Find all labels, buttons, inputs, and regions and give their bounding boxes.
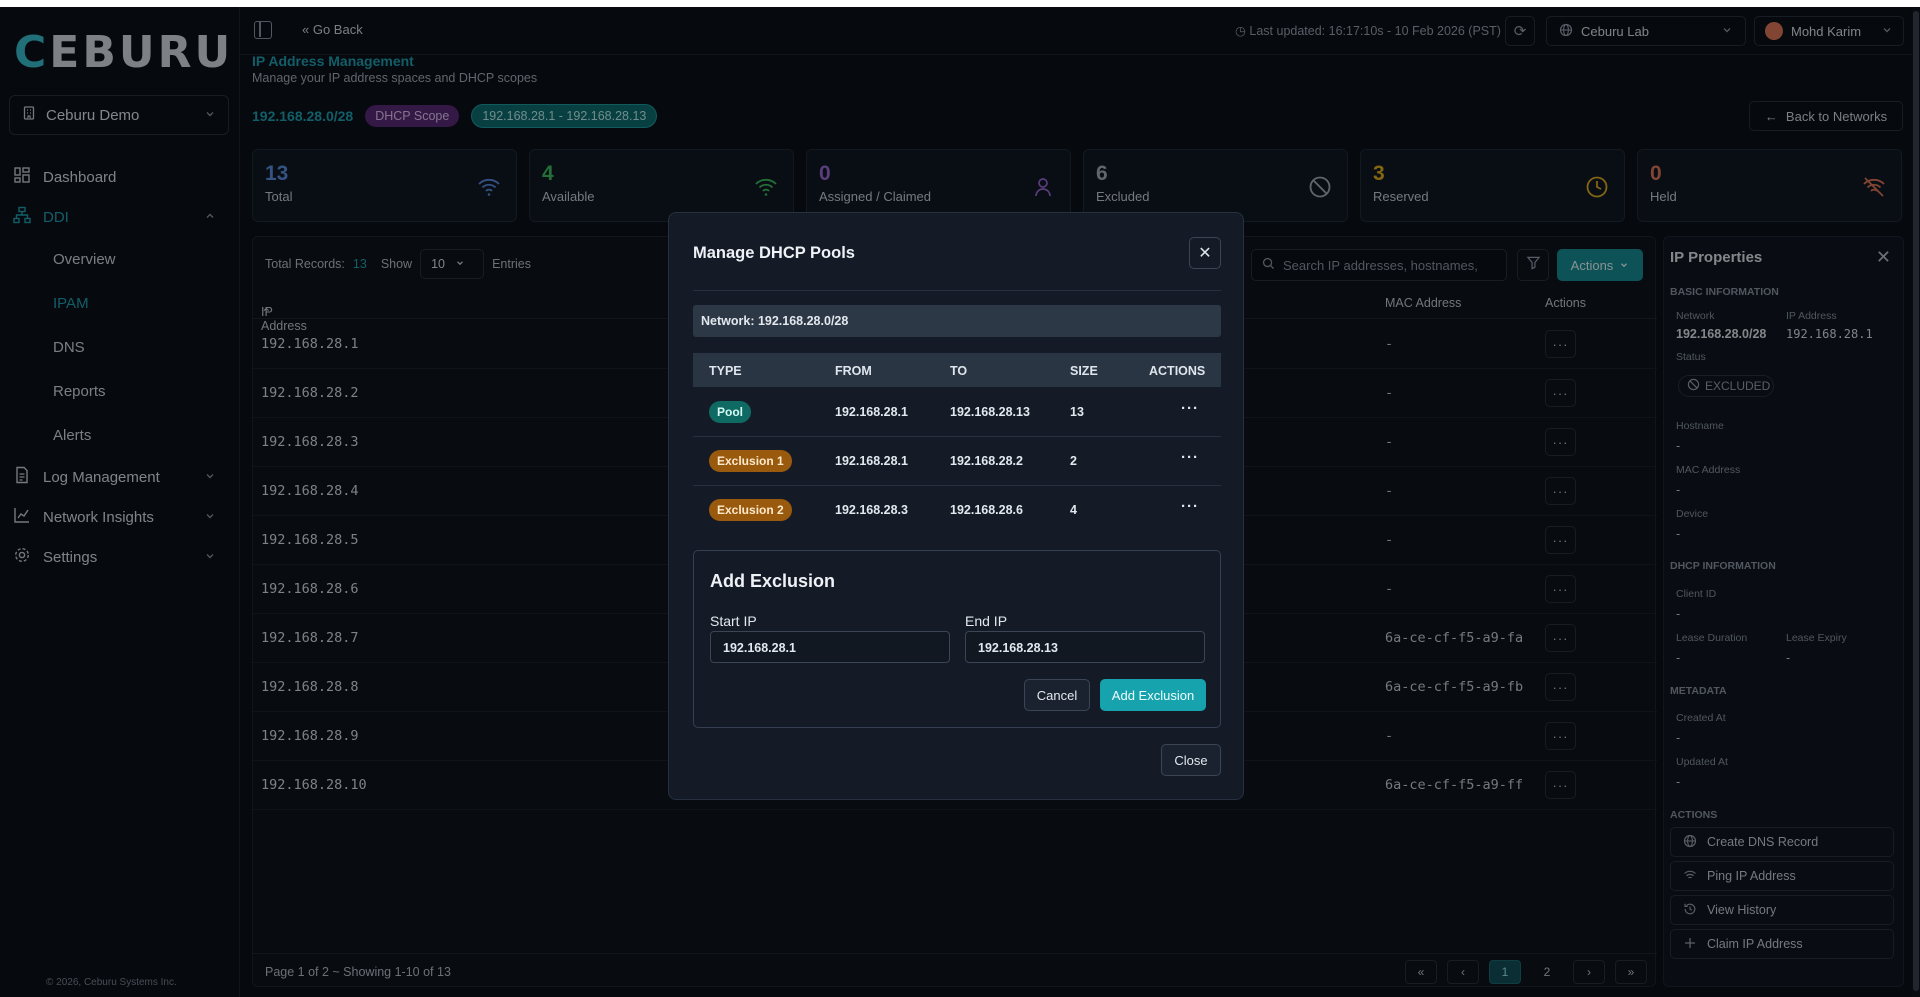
add-exclusion-title: Add Exclusion	[710, 571, 836, 591]
column-header-actions: ACTIONS	[1149, 364, 1206, 378]
row-menu-button[interactable]: ···	[1181, 498, 1199, 515]
end-ip-input[interactable]: 192.168.28.13	[965, 631, 1205, 663]
size-cell: 4	[1070, 503, 1077, 517]
column-header-to: TO	[950, 364, 968, 378]
close-button[interactable]: Close	[1161, 744, 1221, 776]
exclusion-row: Exclusion 1 192.168.28.1 192.168.28.2 2 …	[693, 437, 1221, 486]
pool-row: Pool 192.168.28.1 192.168.28.13 13 ···	[693, 388, 1221, 437]
start-ip-label: Start IP	[710, 613, 757, 629]
start-ip-input[interactable]: 192.168.28.1	[710, 631, 950, 663]
column-header-size: SIZE	[1070, 364, 1098, 378]
modal-network-label: Network: 192.168.28.0/28	[693, 305, 1221, 337]
cancel-button[interactable]: Cancel	[1024, 679, 1090, 711]
type-badge: Pool	[709, 401, 751, 423]
column-header-type: TYPE	[709, 364, 742, 378]
pools-table-header: TYPE FROM TO SIZE ACTIONS	[693, 353, 1221, 387]
end-ip-label: End IP	[965, 613, 1008, 629]
row-menu-button[interactable]: ···	[1181, 400, 1199, 417]
modal-title: Manage DHCP Pools	[693, 244, 855, 262]
add-exclusion-button[interactable]: Add Exclusion	[1100, 679, 1206, 711]
type-badge: Exclusion 1	[709, 450, 792, 472]
add-exclusion-form: Add Exclusion Start IP 192.168.28.1 End …	[693, 550, 1221, 728]
column-header-from: FROM	[835, 364, 872, 378]
exclusion-row: Exclusion 2 192.168.28.3 192.168.28.6 4 …	[693, 486, 1221, 535]
modal-close-icon-button[interactable]: ✕	[1189, 237, 1221, 269]
app-window: CEBURU Ceburu Demo Dashboard DDI Overvie…	[0, 7, 1920, 997]
type-badge: Exclusion 2	[709, 499, 792, 521]
divider	[693, 290, 1221, 291]
size-cell: 2	[1070, 454, 1077, 468]
row-menu-button[interactable]: ···	[1181, 449, 1199, 466]
to-cell: 192.168.28.2	[950, 454, 1023, 468]
manage-dhcp-pools-modal: Manage DHCP Pools ✕ Network: 192.168.28.…	[668, 212, 1244, 800]
from-cell: 192.168.28.1	[835, 405, 908, 419]
from-cell: 192.168.28.1	[835, 454, 908, 468]
size-cell: 13	[1070, 405, 1084, 419]
to-cell: 192.168.28.6	[950, 503, 1023, 517]
to-cell: 192.168.28.13	[950, 405, 1030, 419]
from-cell: 192.168.28.3	[835, 503, 908, 517]
